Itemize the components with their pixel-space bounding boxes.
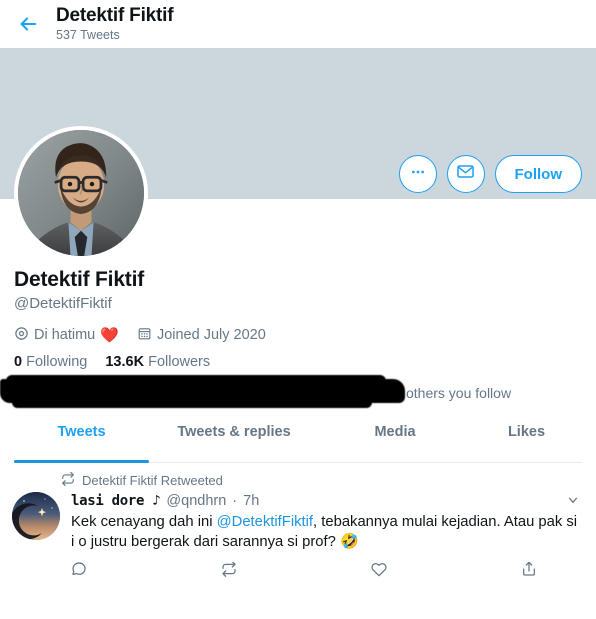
profile-location: Di hatimu ❤️ <box>14 326 119 345</box>
rofl-emoji: 🤣 <box>339 533 359 551</box>
followed-by-label: others you follow <box>406 384 512 401</box>
calendar-icon <box>137 326 152 345</box>
tweet-author-avatar[interactable] <box>12 491 60 540</box>
heart-emoji: ❤️ <box>100 326 119 344</box>
tweet-timestamp[interactable]: 7h <box>243 492 259 511</box>
like-button[interactable] <box>371 562 521 582</box>
tab-likes[interactable]: Likes <box>471 422 582 462</box>
following-label: Following <box>26 353 88 370</box>
share-button[interactable] <box>521 562 537 582</box>
tweet-text-part1: Kek cenayang dah ini <box>71 513 217 530</box>
more-options-button[interactable] <box>398 155 437 193</box>
followers-label: Followers <box>148 353 211 370</box>
profile-tabs: Tweets Tweets & replies Media Likes <box>14 422 582 463</box>
tweet-menu-button[interactable] <box>562 494 584 512</box>
avatar[interactable] <box>14 126 148 260</box>
tab-tweets[interactable]: Tweets <box>14 422 149 462</box>
profile-action-buttons: Follow <box>398 155 582 193</box>
retweet-icon <box>61 471 75 489</box>
following-count: 0 <box>14 353 23 370</box>
profile-display-name: Detektif Fiktif <box>14 268 145 291</box>
tweet-author-name[interactable]: lasi dore ♪ <box>71 492 161 510</box>
tweet-header: lasi dore ♪ @qndhrn · 7h <box>71 492 584 511</box>
retweet-button[interactable] <box>221 561 371 582</box>
message-button[interactable] <box>446 155 485 193</box>
tweet-author-handle[interactable]: @qndhrn <box>166 492 226 511</box>
tweet-body: lasi dore ♪ @qndhrn · 7h Kek cenayang da… <box>12 491 584 582</box>
tab-media[interactable]: Media <box>319 422 471 462</box>
following-stat[interactable]: 0 Following <box>14 354 87 370</box>
page-title: Detektif Fiktif <box>56 4 174 26</box>
tweet-content: lasi dore ♪ @qndhrn · 7h Kek cenayang da… <box>71 492 584 582</box>
back-button[interactable] <box>0 0 56 48</box>
location-pin-icon <box>14 326 29 345</box>
follow-button[interactable]: Follow <box>494 155 582 193</box>
tab-tweets-replies[interactable]: Tweets & replies <box>149 422 319 462</box>
tweet-text: Kek cenayang dah ini @DetektifFiktif, te… <box>71 513 584 553</box>
tweet-item[interactable]: Detektif Fiktif Retweeted lasi dore ♪ @q… <box>0 463 596 582</box>
profile-joined: Joined July 2020 <box>137 326 266 345</box>
chevron-down-icon <box>566 493 580 512</box>
back-arrow-icon <box>17 13 39 35</box>
tweet-action-bar <box>71 561 584 582</box>
profile-avatar-photo <box>18 130 144 256</box>
profile-handle: @DetektifFiktif <box>14 295 112 313</box>
tweet-count: 537 Tweets <box>56 27 120 42</box>
share-icon <box>521 562 537 582</box>
followers-count: 13.6K <box>105 353 145 370</box>
retweeted-by-label: Detektif Fiktif Retweeted <box>82 472 223 488</box>
more-options-icon <box>408 162 428 187</box>
retweet-action-icon <box>221 561 237 582</box>
like-heart-icon <box>371 562 387 582</box>
top-navigation-bar: Detektif Fiktif 537 Tweets <box>0 0 596 48</box>
topbar-text-group: Detektif Fiktif 537 Tweets <box>56 4 174 42</box>
joined-label: Joined July 2020 <box>156 327 266 344</box>
redaction-overlay <box>0 374 405 408</box>
reply-button[interactable] <box>71 562 221 582</box>
tweet-separator: · <box>232 492 238 509</box>
crescent-moon-avatar <box>12 491 60 540</box>
followed-by-row[interactable]: others you follow <box>0 374 582 408</box>
location-label: Di hatimu <box>34 327 96 344</box>
followers-stat[interactable]: 13.6K Followers <box>105 354 210 370</box>
profile-meta-row: Di hatimu ❤️ Joined July 2020 <box>14 326 582 345</box>
reply-icon <box>71 562 87 582</box>
profile-stats-row: 0 Following 13.6K Followers <box>14 354 582 370</box>
envelope-icon <box>456 162 475 186</box>
tweet-mention[interactable]: @DetektifFiktif <box>217 514 313 530</box>
profile-section: Follow Detektif Fiktif @DetektifFiktif D… <box>0 126 596 463</box>
retweet-context: Detektif Fiktif Retweeted <box>61 471 584 489</box>
